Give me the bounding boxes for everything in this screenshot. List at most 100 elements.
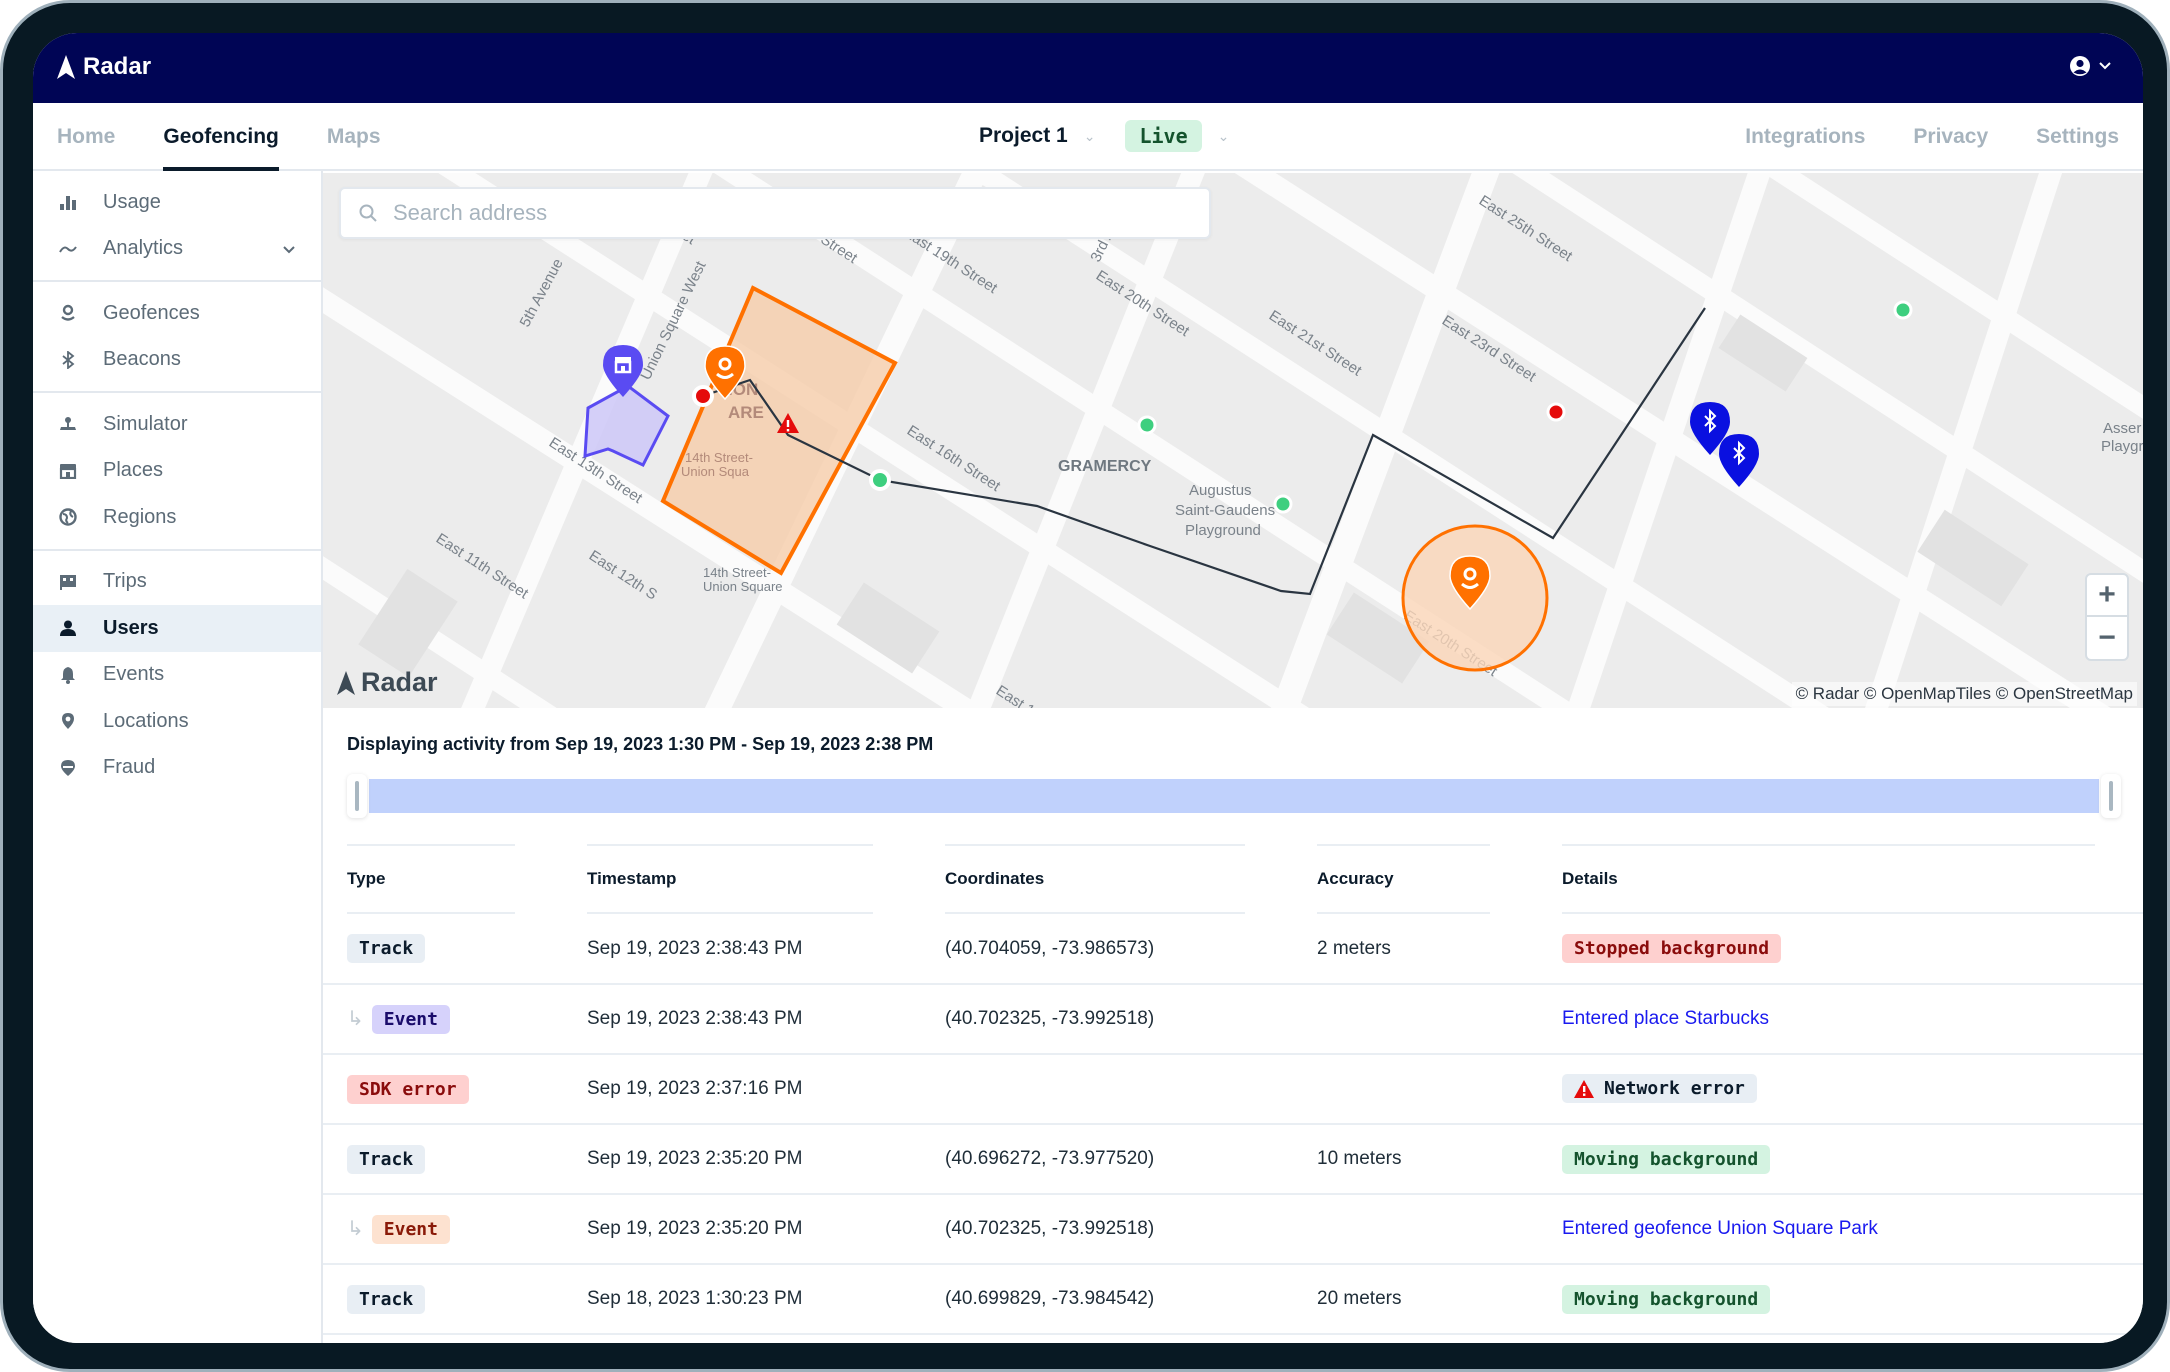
details-link-place[interactable]: Entered place Starbucks xyxy=(1562,1008,1769,1029)
sidebar-item-beacons[interactable]: Beacons xyxy=(33,337,321,384)
timestamp-cell: Sep 19, 2023 2:38:43 PM xyxy=(563,984,921,1055)
type-cell: Track xyxy=(323,1264,563,1335)
tab-privacy[interactable]: Privacy xyxy=(1913,103,1988,169)
range-end-handle[interactable] xyxy=(2101,774,2121,818)
sidebar-item-trips[interactable]: Trips xyxy=(33,559,321,606)
tab-maps[interactable]: Maps xyxy=(327,103,381,169)
sidebar-item-analytics[interactable]: Analytics xyxy=(33,226,321,273)
radar-logo-icon xyxy=(337,670,355,695)
accuracy-cell xyxy=(1293,984,1538,1055)
map-attribution[interactable]: © Radar © OpenMapTiles © OpenStreetMap xyxy=(1791,682,2137,706)
table-row[interactable]: Track Sep 18, 2023 1:30:23 PM (40.699829… xyxy=(323,1264,2143,1335)
type-badge-event: Event xyxy=(371,1214,450,1244)
sidebar-item-locations[interactable]: Locations xyxy=(33,698,321,745)
table-row[interactable]: SDK error Sep 19, 2023 2:37:16 PM Networ… xyxy=(323,1054,2143,1125)
simulator-icon xyxy=(57,413,79,435)
project-chevron-icon[interactable]: ⌄ xyxy=(1084,128,1096,145)
environment-chevron-icon[interactable]: ⌄ xyxy=(1218,128,1230,145)
zoom-in-button[interactable]: + xyxy=(2087,575,2127,617)
timestamp-cell: Sep 19, 2023 2:35:20 PM xyxy=(563,1194,921,1265)
accuracy-cell: 20 meters xyxy=(1293,1264,1538,1335)
coordinates-cell: (40.699829, -73.984542) xyxy=(921,1264,1293,1335)
sidebar-item-regions[interactable]: Regions xyxy=(33,494,321,541)
tab-settings[interactable]: Settings xyxy=(2036,103,2119,169)
sidebar-item-simulator[interactable]: Simulator xyxy=(33,401,321,448)
sidebar-item-events[interactable]: Events xyxy=(33,652,321,699)
coordinates-cell: (40.702325, -73.992518) xyxy=(921,1194,1293,1265)
track-point-moving xyxy=(1137,415,1157,435)
sidebar-item-label: Usage xyxy=(103,190,161,213)
details-cell: Entered geofence Union Square Park xyxy=(1538,1194,2143,1265)
sidebar-item-fraud[interactable]: Fraud xyxy=(33,745,321,792)
details-cell: Moving background xyxy=(1538,1264,2143,1335)
sidebar-item-label: Beacons xyxy=(103,348,181,371)
globe-icon xyxy=(57,506,79,528)
details-badge-network-error: Network error xyxy=(1562,1074,1757,1104)
column-header-accuracy: Accuracy xyxy=(1293,844,1538,914)
activity-table: Type Timestamp Coordinates Accuracy Deta… xyxy=(323,844,2143,1335)
tab-geofencing[interactable]: Geofencing xyxy=(163,103,279,171)
user-icon xyxy=(57,617,79,639)
details-cell: Moving background xyxy=(1538,1124,2143,1195)
app-screen: Radar Home Geofencing Maps Project 1 ⌄ L… xyxy=(33,33,2143,1343)
column-header-details: Details xyxy=(1538,844,2143,914)
details-link-geofence[interactable]: Entered geofence Union Square Park xyxy=(1562,1218,1878,1239)
project-switcher: Project 1 ⌄ Live ⌄ xyxy=(979,103,1249,169)
type-badge-track: Track xyxy=(347,1284,426,1314)
zoom-out-button[interactable]: − xyxy=(2087,617,2127,659)
type-badge-track: Track xyxy=(347,1144,426,1174)
table-row[interactable]: ↳ Event Sep 19, 2023 2:35:20 PM (40.70232… xyxy=(323,1194,2143,1265)
timestamp-cell: Sep 19, 2023 2:38:43 PM xyxy=(563,914,921,985)
sidebar-group-geofencing: Geofences Beacons xyxy=(33,282,321,393)
table-row[interactable]: Track Sep 19, 2023 2:35:20 PM (40.696272… xyxy=(323,1124,2143,1195)
project-select[interactable]: Project 1 xyxy=(979,124,1068,148)
search-address-input[interactable] xyxy=(393,200,1193,226)
table-row[interactable]: Track Sep 19, 2023 2:38:43 PM (40.704059… xyxy=(323,914,2143,985)
time-range-slider[interactable] xyxy=(347,774,2121,818)
timestamp-cell: Sep 19, 2023 2:37:16 PM xyxy=(563,1054,921,1125)
map-label-asser-2: Playgrou xyxy=(2101,438,2143,455)
table-row[interactable]: ↳ Event Sep 19, 2023 2:38:43 PM (40.70232… xyxy=(323,984,2143,1055)
top-bar: Radar xyxy=(33,33,2143,103)
sidebar-item-label: Fraud xyxy=(103,756,156,779)
type-cell: ↳ Event xyxy=(323,984,563,1055)
sidebar-item-label: Users xyxy=(103,616,159,639)
bar-chart-icon xyxy=(57,191,79,213)
environment-badge[interactable]: Live xyxy=(1125,120,1202,152)
accuracy-cell: 10 meters xyxy=(1293,1124,1538,1195)
tab-integrations[interactable]: Integrations xyxy=(1745,103,1865,169)
sidebar-item-places[interactable]: Places xyxy=(33,448,321,495)
search-address-box[interactable] xyxy=(339,187,1211,239)
track-point-moving xyxy=(869,469,891,491)
type-badge-track: Track xyxy=(347,934,426,963)
details-cell: Network error xyxy=(1538,1054,2143,1125)
user-menu[interactable] xyxy=(2069,55,2111,77)
device-frame: Radar Home Geofencing Maps Project 1 ⌄ L… xyxy=(0,0,2170,1372)
trend-line-icon xyxy=(57,238,79,260)
sidebar-item-usage[interactable]: Usage xyxy=(33,179,321,226)
sidebar-item-users[interactable]: Users xyxy=(33,605,321,652)
brand-logo[interactable]: Radar xyxy=(57,53,151,81)
map-canvas: 5th Avenue Union Square West East 13th S… xyxy=(323,173,2143,708)
warning-icon xyxy=(1574,1079,1594,1098)
accuracy-cell: 2 meters xyxy=(1293,914,1538,985)
coordinates-cell xyxy=(921,1054,1293,1125)
sidebar-item-label: Geofences xyxy=(103,301,200,324)
map-zoom-controls: + − xyxy=(2085,573,2129,661)
range-start-handle[interactable] xyxy=(347,774,367,818)
sidebar-item-geofences[interactable]: Geofences xyxy=(33,290,321,337)
map-label-station-1a: 14th Street- xyxy=(685,450,753,465)
chevron-down-icon[interactable] xyxy=(283,241,295,257)
track-point-moving xyxy=(1893,300,1913,320)
tab-home[interactable]: Home xyxy=(57,103,115,169)
track-point-error xyxy=(692,385,714,407)
coordinates-cell: (40.702325, -73.992518) xyxy=(921,984,1293,1055)
track-point-moving xyxy=(1273,494,1293,514)
sidebar-item-label: Regions xyxy=(103,505,177,528)
details-cell: Stopped background xyxy=(1538,914,2143,985)
type-badge-event: Event xyxy=(371,1004,450,1034)
map-view[interactable]: 5th Avenue Union Square West East 13th S… xyxy=(323,173,2143,708)
sidebar-item-label: Places xyxy=(103,459,164,482)
shield-pin-icon xyxy=(57,757,79,779)
timestamp-cell: Sep 18, 2023 1:30:23 PM xyxy=(563,1264,921,1335)
